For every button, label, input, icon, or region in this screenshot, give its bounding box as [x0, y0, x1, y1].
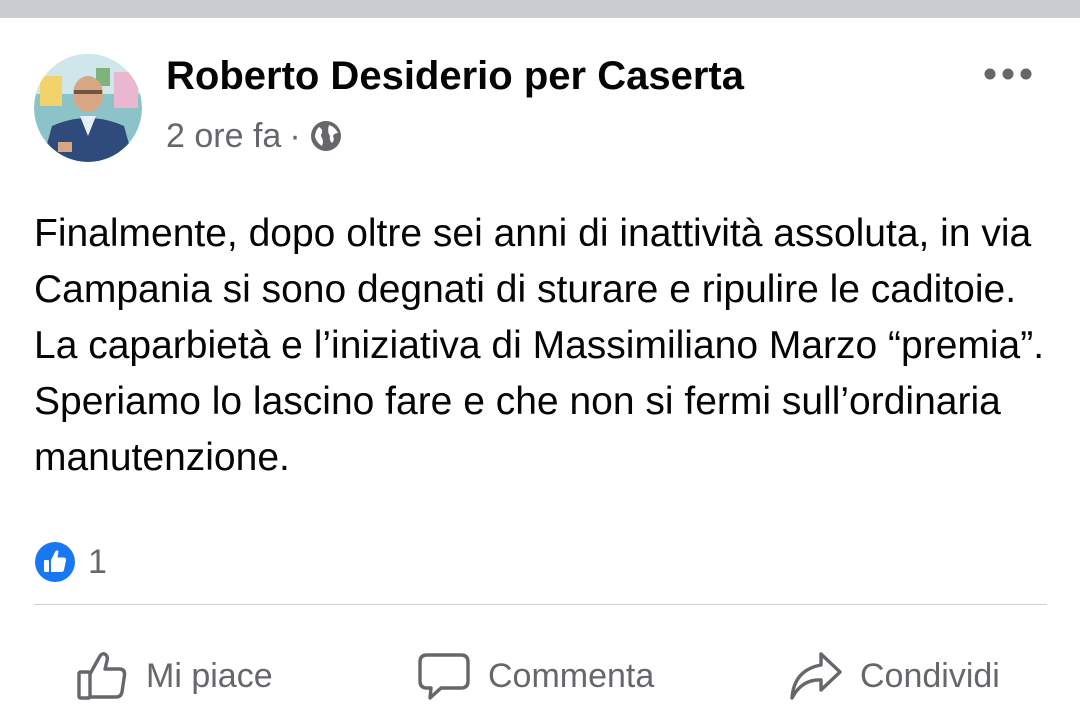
thumbs-up-icon [74, 648, 130, 704]
share-button-label: Condividi [860, 656, 1000, 695]
post-meta: 2 ore fa · [166, 116, 343, 156]
like-reaction-icon [34, 541, 76, 583]
like-button[interactable]: Mi piace [74, 644, 273, 708]
more-dots-icon [984, 68, 1032, 80]
meta-separator: · [289, 116, 301, 155]
comment-button-label: Commenta [488, 656, 655, 695]
post-card: Roberto Desiderio per Caserta 2 ore fa ·… [0, 18, 1080, 726]
author-name[interactable]: Roberto Desiderio per Caserta [166, 54, 744, 99]
share-button[interactable]: Condividi [788, 644, 1000, 708]
actions-divider [34, 604, 1047, 605]
more-options-button[interactable] [978, 62, 1038, 86]
avatar-image [34, 54, 142, 162]
reactions-summary[interactable]: 1 [34, 540, 107, 584]
comment-bubble-icon [416, 648, 472, 704]
post-timestamp[interactable]: 2 ore fa [166, 117, 281, 156]
author-avatar[interactable] [34, 54, 142, 162]
share-arrow-icon [788, 648, 844, 704]
globe-icon[interactable] [309, 119, 343, 153]
post-body-text: Finalmente, dopo oltre sei anni di inatt… [34, 212, 1045, 479]
top-separator-strip [0, 0, 1080, 18]
like-button-label: Mi piace [146, 656, 273, 695]
comment-button[interactable]: Commenta [416, 644, 654, 708]
reaction-count: 1 [88, 542, 107, 581]
